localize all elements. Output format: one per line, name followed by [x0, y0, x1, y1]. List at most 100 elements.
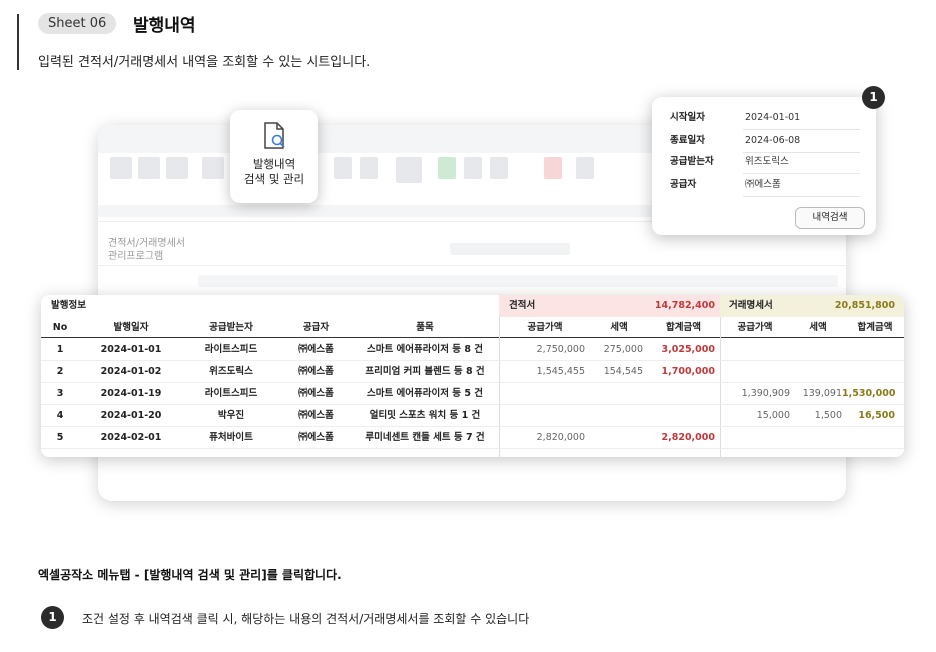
- cell-quote-supply: 2,820,000: [536, 432, 585, 443]
- cell-recipient: 라이트스피드: [204, 388, 258, 399]
- cell-quote-total: [643, 405, 715, 426]
- cell-stmt-total: 16,500: [858, 410, 895, 421]
- table-header-group: 발행정보 견적서 14,782,400 거래명세서 20,851,800: [41, 295, 904, 317]
- history-search-button[interactable]: 내역검색: [795, 207, 865, 229]
- col-issue-date: 발행일자: [113, 322, 149, 333]
- step-badge-footer: 1: [41, 606, 64, 629]
- step-description: 조건 설정 후 내역검색 클릭 시, 해당하는 내용의 견적서/거래명세서를 조…: [82, 612, 530, 626]
- col-stmt-total: 합계금액: [857, 322, 893, 333]
- cell-stmt-tax: 1,500: [814, 410, 842, 421]
- cell-quote-supply: 1,545,455: [536, 366, 585, 377]
- col-recipient: 공급받는자: [209, 322, 253, 333]
- col-item: 품목: [416, 322, 434, 333]
- guide-page: Sheet 06 발행내역 입력된 견적서/거래명세서 내역을 조회할 수 있는…: [0, 0, 936, 652]
- issue-info-table: 발행정보 견적서 14,782,400 거래명세서 20,851,800 No …: [41, 295, 904, 457]
- program-title: 견적서/거래명세서관리프로그램: [108, 237, 185, 263]
- program-title-line2: 관리프로그램: [108, 251, 164, 262]
- cell-no: 4: [56, 410, 64, 421]
- table-column-headers: No 발행일자 공급받는자 공급자 품목 공급가액 세액 합계금액 공급가액 세…: [41, 317, 904, 338]
- cell-item: 프리미엄 커피 블렌드 등 8 건: [365, 366, 485, 377]
- page-title: 발행내역: [133, 16, 196, 36]
- recipient-label: 공급받는자: [670, 156, 714, 167]
- table-row[interactable]: 3 2024-01-19 라이트스피드 ㈜에스폼 스마트 에어퓨라이저 등 5 건 1,3…: [41, 383, 904, 404]
- cell-stmt-tax: [790, 427, 842, 448]
- col-quote-tax: 세액: [610, 322, 628, 333]
- end-date-label: 종료일자: [670, 135, 705, 146]
- start-date-label: 시작일자: [670, 112, 705, 123]
- cell-no: 1: [56, 344, 64, 355]
- cell-supplier: ㈜에스폼: [298, 344, 334, 355]
- menu-instruction: 엑셀공작소 메뉴탭 - [발행내역 검색 및 관리]를 클릭합니다.: [38, 568, 342, 582]
- col-supplier: 공급자: [302, 322, 330, 333]
- statement-label: 거래명세서: [729, 300, 773, 311]
- table-row[interactable]: 1 2024-01-01 라이트스피드 ㈜에스폼 스마트 에어퓨라이저 등 8 건 2,7…: [41, 339, 904, 360]
- cell-quote-total: 2,820,000: [661, 432, 716, 443]
- row-divider: [41, 448, 904, 449]
- cell-issue-date: 2024-01-01: [100, 344, 162, 355]
- cell-quote-tax: 275,000: [603, 344, 643, 355]
- cell-no: 3: [56, 388, 64, 399]
- cell-stmt-supply: 1,390,909: [741, 388, 790, 399]
- quote-label: 견적서: [509, 300, 536, 311]
- cell-quote-supply: [499, 405, 585, 426]
- cell-stmt-supply: 15,000: [756, 410, 790, 421]
- cell-quote-total: 1,700,000: [661, 366, 716, 377]
- cell-stmt-tax: [790, 361, 842, 382]
- cell-recipient: 라이트스피드: [204, 344, 258, 355]
- col-quote-supply: 공급가액: [527, 322, 563, 333]
- program-title-line1: 견적서/거래명세서: [108, 238, 185, 249]
- cell-stmt-tax: 139,091: [802, 388, 842, 399]
- end-date-row: 종료일자 2024-06-08: [670, 130, 860, 153]
- table-row[interactable]: 2 2024-01-02 위즈도릭스 ㈜에스폼 프리미엄 커피 블렌드 등 8 건 1,5…: [41, 361, 904, 382]
- issue-history-search-button[interactable]: 발행내역 검색 및 관리: [230, 110, 318, 203]
- cell-stmt-total: 1,530,000: [842, 388, 895, 399]
- recipient-field[interactable]: 위즈도릭스: [743, 151, 860, 174]
- cell-quote-tax: [585, 405, 643, 426]
- cell-recipient: 퓨처바이트: [209, 432, 253, 443]
- end-date-field[interactable]: 2024-06-08: [743, 130, 860, 153]
- cell-quote-supply: [499, 383, 585, 404]
- cell-item: 얼티밋 스포츠 워치 등 1 건: [369, 410, 481, 421]
- section-bar: [17, 14, 19, 70]
- cell-item: 루미네센트 캔들 세트 등 7 건: [365, 432, 485, 443]
- cell-issue-date: 2024-01-19: [100, 388, 162, 399]
- recipient-row: 공급받는자 위즈도릭스: [670, 151, 860, 174]
- page-subtitle: 입력된 견적서/거래명세서 내역을 조회할 수 있는 시트입니다.: [38, 55, 371, 70]
- cell-supplier: ㈜에스폼: [298, 388, 334, 399]
- cell-stmt-tax: [790, 339, 842, 360]
- col-quote-total: 합계금액: [666, 322, 701, 333]
- supplier-field[interactable]: ㈜에스폼: [743, 174, 860, 197]
- col-stmt-supply: 공급가액: [737, 322, 773, 333]
- col-no: No: [52, 322, 68, 333]
- step-badge-card: 1: [862, 86, 885, 109]
- section-title: 발행정보: [51, 300, 86, 311]
- cell-quote-total: [643, 383, 715, 404]
- search-condition-card: 시작일자 2024-01-01 종료일자 2024-06-08 공급받는자 위즈…: [652, 97, 876, 235]
- supplier-row: 공급자 ㈜에스폼: [670, 174, 860, 197]
- cell-quote-total: 3,025,000: [661, 344, 716, 355]
- cell-quote-supply: 2,750,000: [536, 344, 585, 355]
- document-search-icon: [264, 122, 285, 149]
- supplier-label: 공급자: [670, 179, 697, 190]
- cell-item: 스마트 에어퓨라이저 등 8 건: [367, 344, 483, 355]
- statement-total: 20,851,800: [834, 300, 895, 311]
- cell-stmt-total: [842, 339, 895, 360]
- table-row[interactable]: 4 2024-01-20 박우진 ㈜에스폼 얼티밋 스포츠 워치 등 1 건 15,000…: [41, 405, 904, 426]
- cell-stmt-supply: [720, 361, 790, 382]
- start-date-row: 시작일자 2024-01-01: [670, 107, 860, 130]
- start-date-field[interactable]: 2024-01-01: [743, 107, 860, 130]
- cell-recipient: 위즈도릭스: [209, 366, 253, 377]
- table-row[interactable]: 5 2024-02-01 퓨처바이트 ㈜에스폼 루미네센트 캔들 세트 등 7 건 2,8…: [41, 427, 904, 448]
- cell-supplier: ㈜에스폼: [298, 432, 334, 443]
- cell-supplier: ㈜에스폼: [298, 366, 334, 377]
- cell-quote-tax: [585, 427, 643, 448]
- cell-stmt-total: [842, 427, 895, 448]
- cell-stmt-supply: [720, 339, 790, 360]
- cell-recipient: 박우진: [217, 410, 245, 421]
- cell-quote-tax: [585, 383, 643, 404]
- sheet-badge: Sheet 06: [38, 13, 117, 34]
- cell-issue-date: 2024-01-02: [100, 366, 162, 377]
- popup-label-line1: 발행내역: [252, 157, 296, 171]
- popup-label-line2: 검색 및 관리: [243, 172, 305, 186]
- cell-no: 2: [56, 366, 64, 377]
